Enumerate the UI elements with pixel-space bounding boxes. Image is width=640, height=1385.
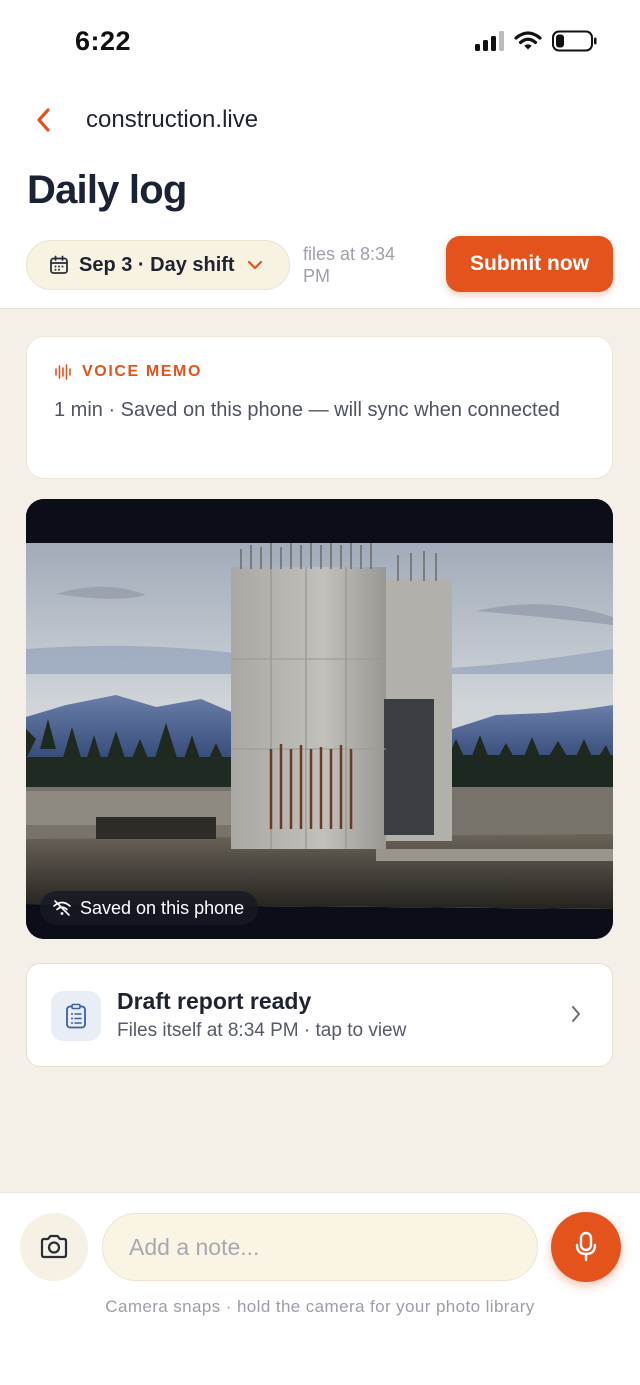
cellular-signal-icon: [475, 31, 504, 51]
nav-title: construction.live: [86, 106, 259, 133]
calendar-icon: [50, 255, 68, 274]
draft-report-subtitle: Files itself at 8:34 PM · tap to view: [117, 1020, 407, 1041]
composer-bar: Camera snaps · hold the camera for your …: [0, 1192, 640, 1385]
page-title: Daily log: [27, 168, 187, 212]
composer-hint: Camera snaps · hold the camera for your …: [105, 1297, 535, 1316]
log-content: VOICE MEMO 1 min · Saved on this phone —…: [0, 308, 640, 1192]
chevron-down-icon: [247, 260, 263, 270]
camera-button[interactable]: [20, 1213, 88, 1281]
voice-memo-header: VOICE MEMO: [54, 363, 202, 381]
camera-icon: [40, 1234, 68, 1259]
microphone-icon: [575, 1231, 597, 1262]
draft-report-card[interactable]: Draft report ready Files itself at 8:34 …: [26, 963, 613, 1067]
voice-memo-text: 1 min · Saved on this phone — will sync …: [54, 399, 560, 421]
photo-status-badge: Saved on this phone: [40, 891, 259, 925]
chevron-left-icon: [37, 108, 50, 132]
wifi-off-icon: [53, 900, 71, 916]
files-at-label: files at 8:34 PM: [303, 244, 396, 286]
clipboard-icon: [51, 991, 101, 1041]
draft-report-title: Draft report ready: [117, 988, 312, 1014]
record-voice-button[interactable]: [551, 1212, 621, 1282]
wifi-icon: [514, 31, 542, 50]
nav-bar: construction.live: [0, 96, 640, 146]
site-photo[interactable]: Saved on this phone: [26, 499, 613, 939]
back-button[interactable]: [24, 100, 64, 140]
status-icons: [475, 30, 598, 52]
site-photo-image: [26, 499, 613, 939]
photo-badge-label: Saved on this phone: [80, 897, 245, 918]
battery-icon: [552, 30, 597, 52]
status-time: 6:22: [75, 26, 132, 56]
status-bar: 6:22: [0, 0, 640, 84]
waveform-icon: [55, 364, 71, 380]
voice-memo-tag: VOICE MEMO: [82, 363, 203, 380]
chevron-right-icon: [570, 1004, 582, 1029]
note-input[interactable]: [102, 1213, 538, 1281]
submit-now-button[interactable]: Submit now: [446, 236, 613, 292]
voice-memo-card[interactable]: VOICE MEMO 1 min · Saved on this phone —…: [26, 336, 613, 479]
shift-label: Sep 3 · Day shift: [79, 253, 235, 276]
shift-picker[interactable]: Sep 3 · Day shift: [26, 240, 290, 290]
